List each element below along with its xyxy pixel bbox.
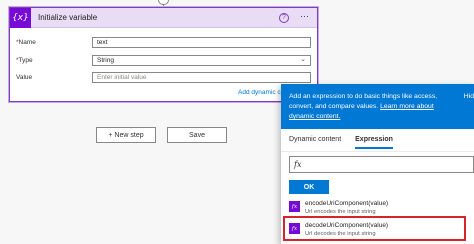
name-label-text: Name [18,39,36,46]
save-button[interactable]: Save [167,127,227,143]
connector-arrow-icon [158,0,169,5]
tab-dynamic-content[interactable]: Dynamic content [289,136,341,149]
function-icon: fx [289,201,300,212]
name-label: *Name [16,39,92,46]
type-select[interactable]: String ⌄ [92,55,311,66]
type-label-text: Type [18,57,33,64]
name-input[interactable]: text [92,37,311,48]
value-input[interactable]: Enter initial value [92,72,311,83]
expression-input[interactable]: fx [289,156,474,173]
more-options-icon[interactable]: ··· [300,11,309,21]
function-list-item[interactable]: fx encodeUriComponent(value) Url encodes… [289,200,388,216]
chevron-down-icon: ⌄ [300,56,306,63]
highlight-box [283,216,466,241]
tabs-divider [281,151,474,152]
new-step-button[interactable]: + New step [96,127,156,143]
help-icon[interactable]: ? [279,13,289,23]
info-text: Add an expression to do basic things lik… [289,92,453,122]
info-banner: Add an expression to do basic things lik… [281,84,474,129]
value-label: Value [16,74,33,81]
add-dynamic-content-link[interactable]: Add dynamic c [238,89,281,96]
function-name: encodeUriComponent(value) [305,200,389,207]
card-header[interactable]: {x} Initialize variable ? ··· [10,7,317,28]
name-field-row: *Name text [16,37,311,48]
hide-button[interactable]: Hid [464,92,474,102]
function-icon: fx [294,160,302,169]
function-text: encodeUriComponent(value) Url encodes th… [305,200,388,216]
value-field-row: Value Enter initial value [16,72,311,83]
type-label: *Type [16,57,92,64]
panel-tabs: Dynamic content Expression [289,136,407,149]
type-select-value: String [97,57,114,64]
ok-button[interactable]: OK [289,180,329,194]
tab-expression[interactable]: Expression [355,136,393,149]
variable-icon: {x} [10,7,31,28]
type-field-row: *Type String ⌄ [16,55,311,66]
card-title: Initialize variable [38,13,98,22]
function-description: Url encodes the input string [305,209,376,215]
initialize-variable-card[interactable]: {x} Initialize variable ? ··· *Name text… [9,7,318,102]
